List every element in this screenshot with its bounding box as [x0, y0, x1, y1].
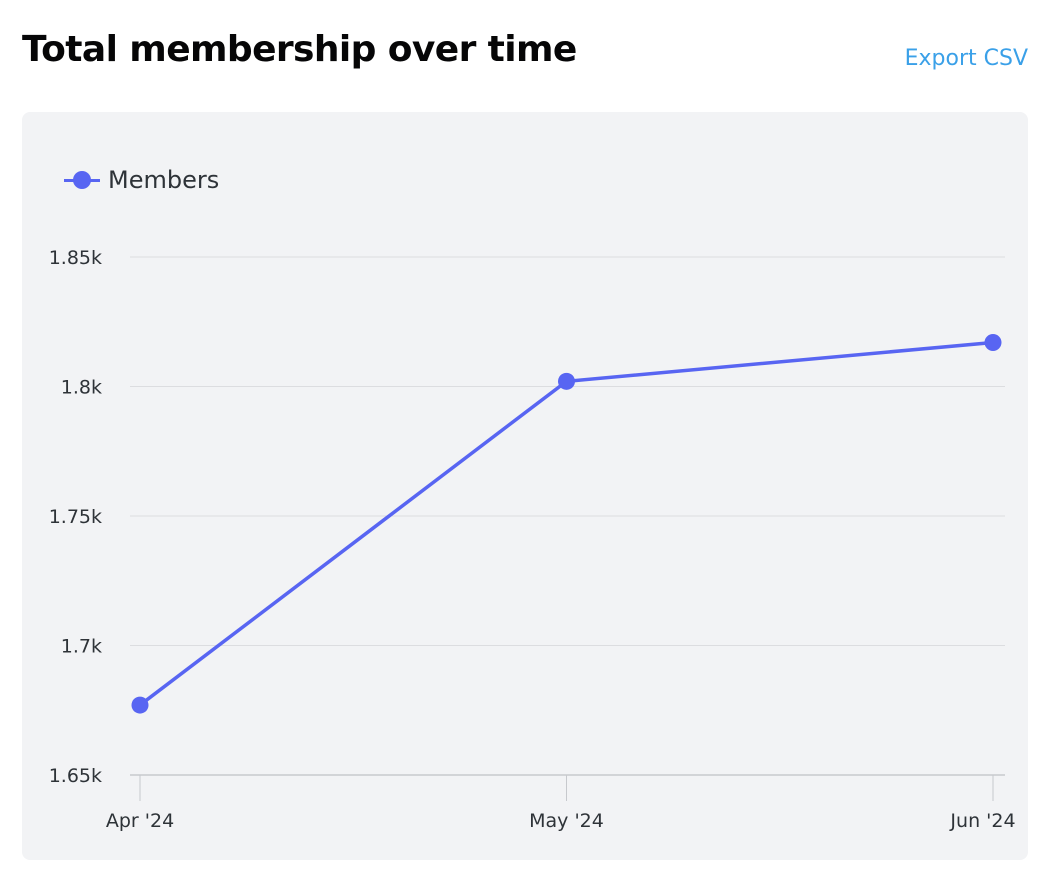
x-axis: Apr '24 May '24 Jun '24 — [106, 775, 1016, 832]
y-tick-label: 1.75k — [49, 506, 102, 528]
chart-card: 1.65k 1.7k 1.75k 1.8k 1.85k Apr '24 May '24 Ju… — [22, 112, 1028, 860]
data-point — [984, 333, 1002, 351]
legend-members[interactable]: Members — [64, 164, 219, 196]
y-tick-label: 1.8k — [61, 377, 102, 399]
series-members — [131, 333, 1002, 714]
x-tick-label: Apr '24 — [106, 810, 174, 832]
page-title: Total membership over time — [22, 29, 577, 70]
y-tick-label: 1.7k — [61, 636, 102, 658]
series-line — [138, 340, 995, 707]
legend-marker-icon — [64, 170, 100, 190]
y-tick-label: 1.65k — [49, 765, 102, 787]
line-chart: 1.65k 1.7k 1.75k 1.8k 1.85k Apr '24 May '24 Ju… — [49, 247, 1016, 832]
gridlines: 1.65k 1.7k 1.75k 1.8k 1.85k — [49, 247, 1005, 787]
y-tick-label: 1.85k — [49, 247, 102, 269]
data-point — [131, 696, 149, 714]
x-tick-label: Jun '24 — [949, 810, 1015, 832]
data-point — [558, 372, 575, 390]
x-tick-label: May '24 — [529, 810, 604, 832]
export-csv-link[interactable]: Export CSV — [905, 44, 1028, 74]
legend-label: Members — [108, 166, 220, 194]
